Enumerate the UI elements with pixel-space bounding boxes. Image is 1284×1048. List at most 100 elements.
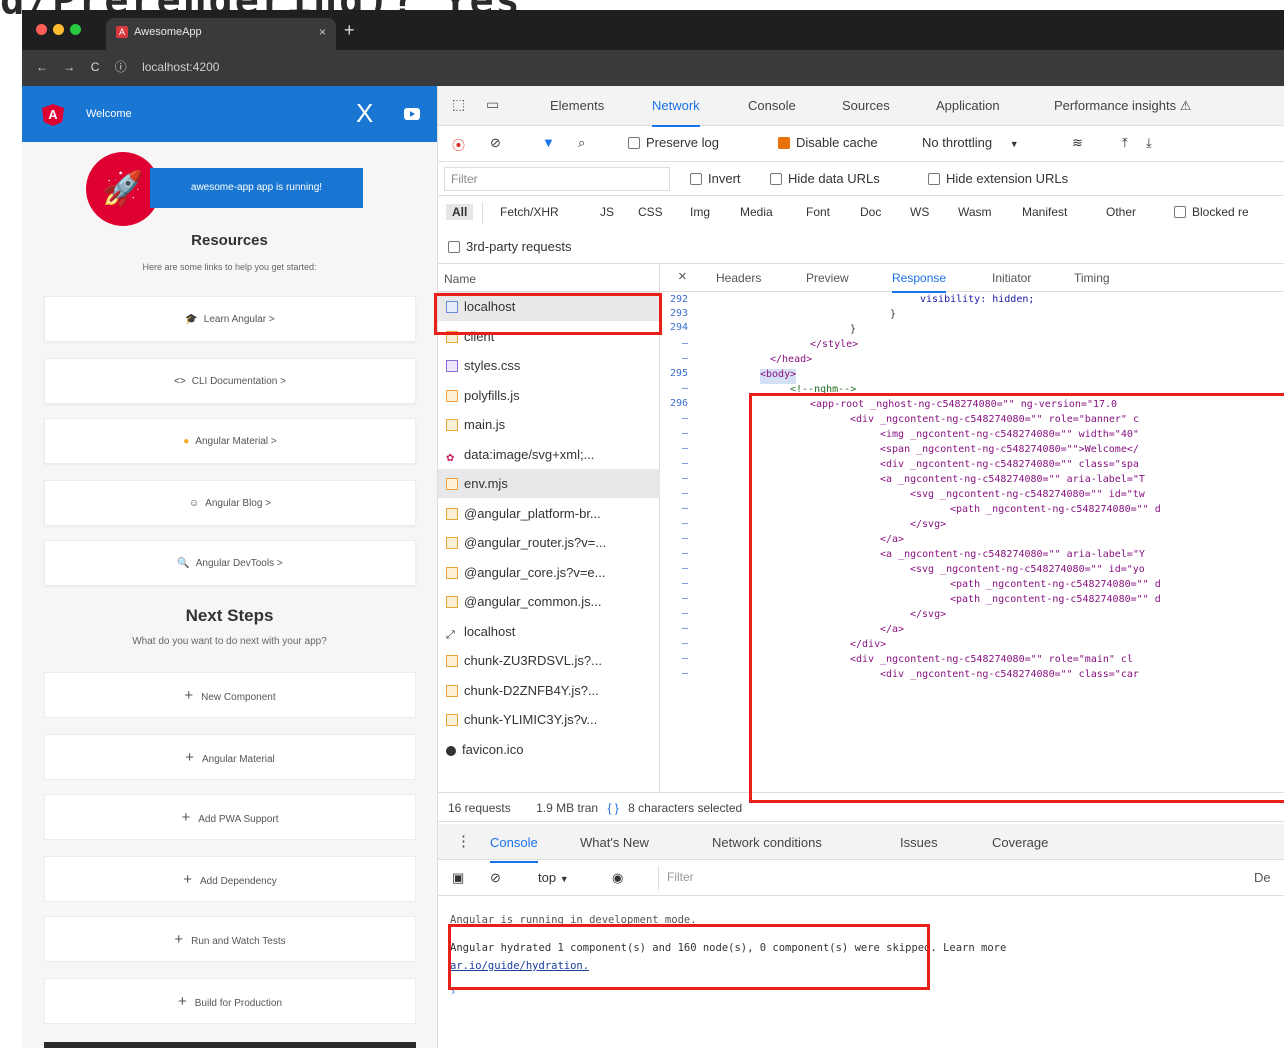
live-expression-eye-icon[interactable]: ◉ (612, 870, 623, 886)
x-twitter-icon[interactable]: X (356, 98, 373, 129)
resource-card-angular-devtools[interactable]: 🔍 Angular DevTools > (44, 540, 416, 586)
drawer-menu-icon[interactable]: ⋮ (456, 832, 471, 850)
tab-initiator[interactable]: Initiator (992, 271, 1031, 285)
request-row[interactable]: @angular_router.js?v=... (438, 528, 660, 557)
tab-network[interactable]: Network (652, 98, 700, 127)
record-icon[interactable]: ⦿ (452, 135, 465, 154)
resource-card-learn-angular[interactable]: 🎓 Learn Angular > (44, 296, 416, 342)
type-img[interactable]: Img (690, 205, 710, 219)
tab-close-icon[interactable]: × (319, 25, 326, 39)
request-row[interactable]: ✿ data:image/svg+xml;... (438, 440, 660, 469)
clear-icon[interactable]: ⊘ (490, 135, 501, 151)
network-filter-input[interactable]: Filter (444, 167, 670, 191)
step-add-dependency[interactable]: + Add Dependency (44, 856, 416, 902)
type-fetch-xhr[interactable]: Fetch/XHR (500, 205, 559, 219)
request-row[interactable]: chunk-YLIMIC3Y.js?v... (438, 705, 660, 734)
tab-timing[interactable]: Timing (1074, 271, 1110, 285)
disable-cache-checkbox[interactable]: Disable cache (778, 135, 878, 150)
step-new-component[interactable]: + New Component (44, 672, 416, 718)
resource-card-angular-material[interactable]: ● Angular Material > (44, 418, 416, 464)
tab-whats-new[interactable]: What's New (580, 835, 649, 850)
zoom-window-button[interactable] (70, 24, 81, 35)
pretty-print-icon[interactable]: { } (607, 801, 618, 815)
tab-coverage[interactable]: Coverage (992, 835, 1048, 850)
context-select[interactable]: top ▼ (538, 870, 569, 885)
console-filter-input[interactable]: Filter (658, 866, 1248, 890)
hide-extension-urls-checkbox[interactable]: Hide extension URLs (928, 171, 1068, 186)
preserve-log-checkbox[interactable]: Preserve log (628, 135, 719, 150)
youtube-icon[interactable] (404, 108, 420, 120)
type-font[interactable]: Font (806, 205, 830, 219)
step-run-tests[interactable]: + Run and Watch Tests (44, 916, 416, 962)
response-source[interactable]: visibility: hidden;}} </style> </head> <bod… (730, 294, 1284, 784)
request-row[interactable]: @angular_platform-br... (438, 499, 660, 528)
tab-elements[interactable]: Elements (550, 98, 604, 113)
step-add-pwa[interactable]: + Add PWA Support (44, 794, 416, 840)
network-conditions-icon[interactable]: ≋ (1072, 135, 1083, 151)
request-row[interactable]: localhost (438, 292, 660, 321)
reload-icon[interactable]: C (91, 60, 100, 74)
resource-card-cli-docs[interactable]: <> CLI Documentation > (44, 358, 416, 404)
request-row[interactable]: chunk-D2ZNFB4Y.js?... (438, 676, 660, 705)
request-row[interactable]: env.mjs (438, 469, 660, 498)
tab-sources[interactable]: Sources (842, 98, 890, 113)
request-row[interactable]: @angular_core.js?v=e... (438, 558, 660, 587)
inspect-element-icon[interactable]: ⬚ (452, 96, 465, 113)
back-icon[interactable]: ← (36, 60, 48, 74)
tab-network-conditions[interactable]: Network conditions (712, 835, 822, 850)
url-field[interactable]: localhost:4200 (142, 60, 219, 74)
tab-performance-insights[interactable]: Performance insights ⚠ (1054, 98, 1191, 114)
step-angular-material[interactable]: + Angular Material (44, 734, 416, 780)
request-row[interactable]: ⤢ localhost (438, 617, 660, 646)
browser-tab[interactable]: A AwesomeApp × (106, 18, 336, 50)
tab-response[interactable]: Response (892, 271, 947, 293)
tab-headers[interactable]: Headers (716, 271, 761, 285)
tab-application[interactable]: Application (936, 98, 1000, 113)
hide-data-urls-checkbox[interactable]: Hide data URLs (770, 171, 880, 186)
filter-icon[interactable]: ▼ (542, 135, 555, 150)
minimize-window-button[interactable] (53, 24, 64, 35)
new-tab-button[interactable]: + (344, 20, 355, 41)
type-doc[interactable]: Doc (860, 205, 881, 219)
tab-issues[interactable]: Issues (900, 835, 938, 850)
type-other[interactable]: Other (1106, 205, 1136, 219)
request-row[interactable]: main.js (438, 410, 660, 439)
request-row[interactable]: polyfills.js (438, 381, 660, 410)
throttling-select[interactable]: No throttling ▼ (922, 135, 1019, 150)
import-har-icon[interactable]: ⤒ (1122, 135, 1128, 151)
clear-console-icon[interactable]: ⊘ (490, 870, 501, 886)
export-har-icon[interactable]: ⤓ (1146, 135, 1152, 151)
request-row[interactable]: styles.css (438, 351, 660, 380)
step-build-production[interactable]: + Build for Production (44, 978, 416, 1024)
third-party-checkbox[interactable]: 3rd-party requests (448, 239, 572, 254)
name-column-header[interactable]: Name (438, 264, 660, 292)
type-ws[interactable]: WS (910, 205, 929, 219)
type-wasm[interactable]: Wasm (958, 205, 992, 219)
tab-console[interactable]: Console (748, 98, 796, 113)
console-prompt[interactable]: › (450, 986, 456, 998)
type-css[interactable]: CSS (638, 205, 663, 219)
log-levels-select[interactable]: De (1254, 870, 1271, 885)
type-js[interactable]: JS (600, 205, 614, 219)
device-toolbar-icon[interactable]: ▭ (486, 96, 499, 113)
invert-checkbox[interactable]: Invert (690, 171, 741, 186)
type-all[interactable]: All (446, 204, 474, 220)
step-label: Add PWA Support (198, 814, 279, 825)
tab-preview[interactable]: Preview (806, 271, 849, 285)
request-row[interactable]: @angular_common.js... (438, 587, 660, 616)
type-media[interactable]: Media (740, 205, 773, 219)
blocked-requests-checkbox[interactable]: Blocked re (1174, 205, 1249, 219)
request-row[interactable]: chunk-ZU3RDSVL.js?... (438, 646, 660, 675)
type-manifest[interactable]: Manifest (1022, 205, 1067, 219)
resource-card-angular-blog[interactable]: ☺ Angular Blog > (44, 480, 416, 526)
sidebar-toggle-icon[interactable]: ▣ (452, 870, 464, 886)
close-detail-icon[interactable]: × (678, 268, 687, 285)
close-window-button[interactable] (36, 24, 47, 35)
search-icon[interactable]: ⌕ (578, 135, 585, 151)
tab-console-drawer[interactable]: Console (490, 835, 538, 863)
request-row[interactable]: favicon.ico (438, 735, 660, 764)
site-info-icon[interactable]: ⓘ (115, 60, 127, 74)
hydration-guide-link[interactable]: ar.io/guide/hydration. (450, 960, 589, 972)
request-row[interactable]: client (438, 322, 660, 351)
forward-icon[interactable]: → (63, 60, 75, 74)
